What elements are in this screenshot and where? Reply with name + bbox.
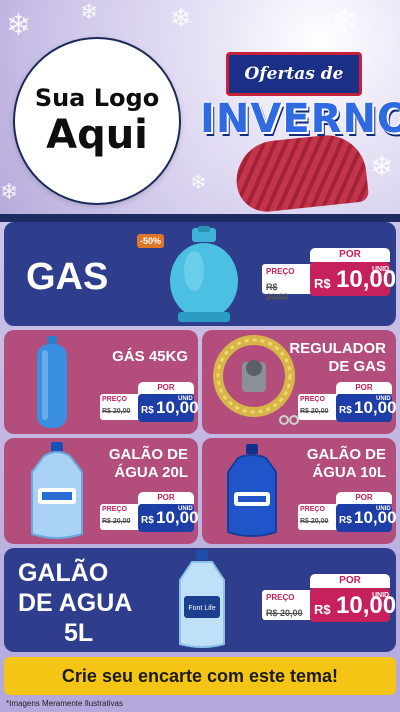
product-title: GÁS 45KG xyxy=(112,348,188,365)
por-label: POR xyxy=(336,492,392,504)
tall-gas-cylinder-icon xyxy=(37,336,67,428)
product-title-line2: DE AGUA xyxy=(18,589,133,617)
preco-label: PREÇO xyxy=(300,396,325,403)
old-price: R$ 20,00 xyxy=(102,408,131,415)
product-title: GALÃO DE AGUA 5L xyxy=(18,558,132,648)
product-title: GALÃO DE ÁGUA 20L xyxy=(84,446,188,482)
promo-title: Ofertas de INVERNO xyxy=(200,40,400,215)
por-label: POR xyxy=(138,382,194,394)
water-bottle-5l-icon: Font Life xyxy=(179,550,225,648)
price-value: R$ 10,00 UNID xyxy=(310,588,396,622)
unid-label: UNID xyxy=(372,266,390,273)
product-title: GAS xyxy=(26,256,109,298)
product-title: GALÃO DE ÁGUA 10L xyxy=(282,446,386,482)
currency-label: R$ xyxy=(314,602,331,617)
unid-label: UNID xyxy=(178,506,193,512)
product-title-line3: 5L xyxy=(64,619,94,647)
product-card-galao-20l[interactable]: GALÃO DE ÁGUA 20L POR PREÇO R$ 20,00 R$ … xyxy=(4,438,198,544)
unid-label: UNID xyxy=(372,592,390,599)
product-title: REGULADOR DE GAS xyxy=(282,340,386,376)
product-card-gas[interactable]: GAS POR PREÇO R$ 20,00 R$ 10,00 UNID xyxy=(4,222,396,326)
product-card-galao-10l[interactable]: GALÃO DE ÁGUA 10L POR PREÇO R$ 20,00 R$ … xyxy=(202,438,396,544)
por-label: POR xyxy=(336,382,392,394)
por-label: POR xyxy=(310,248,390,262)
product-card-regulador[interactable]: REGULADOR DE GAS POR PREÇO R$ 20,00 R$ 1… xyxy=(202,330,396,434)
price-value: R$ 10,00 UNID xyxy=(336,504,396,532)
product-card-galao-5l[interactable]: GALÃO DE AGUA 5L Font Life POR PREÇO R$ … xyxy=(4,548,396,652)
ofertas-text: Ofertas de xyxy=(244,64,344,84)
ofertas-sign: Ofertas de xyxy=(226,52,362,96)
price-value: R$ 10,00 UNID xyxy=(138,394,198,422)
currency-label: R$ xyxy=(141,515,154,526)
currency-label: R$ xyxy=(314,276,331,291)
snowflake-icon: ❄ xyxy=(0,180,19,205)
old-price: R$ 20,00 xyxy=(266,608,303,618)
bottle-brand-label: Font Life xyxy=(188,605,215,612)
product-title-line1: GALÃO xyxy=(18,559,109,587)
old-price: R$ 20,00 xyxy=(300,518,329,525)
product-title-line1: GALÃO DE xyxy=(108,446,188,463)
currency-label: R$ xyxy=(339,515,352,526)
logo-text-line2: Aqui xyxy=(46,112,148,158)
unid-label: UNID xyxy=(376,396,391,402)
preco-label: PREÇO xyxy=(102,506,127,513)
inverno-text: INVERNO xyxy=(200,96,400,142)
gas-cylinder-icon xyxy=(170,226,238,322)
por-label: POR xyxy=(310,574,390,588)
preco-label: PREÇO xyxy=(266,267,295,276)
product-title-line2: DE GAS xyxy=(328,358,386,375)
snowflake-icon: ❄ xyxy=(80,0,99,25)
scarf-icon xyxy=(232,131,370,215)
logo-placeholder[interactable]: Sua Logo Aqui xyxy=(13,37,181,205)
price-value: R$ 10,00 UNID xyxy=(138,504,198,532)
product-title-line1: REGULADOR xyxy=(289,340,386,357)
snowflake-icon: ❄ xyxy=(6,8,32,43)
product-card-gas-45kg[interactable]: GÁS 45KG POR PREÇO R$ 20,00 R$ 10,00 UNI… xyxy=(4,330,198,434)
header-divider xyxy=(0,214,400,222)
product-title-line1: GALÃO DE xyxy=(306,446,386,463)
currency-label: R$ xyxy=(141,405,154,416)
product-title-line2: ÁGUA 20L xyxy=(114,464,188,481)
price-value: R$ 10,00 UNID xyxy=(336,394,396,422)
preco-label: PREÇO xyxy=(102,396,127,403)
cta-button[interactable]: Crie seu encarte com este tema! xyxy=(4,657,396,695)
water-jug-20l-icon xyxy=(31,442,83,539)
old-price: R$ 20,00 xyxy=(300,408,329,415)
unid-label: UNID xyxy=(178,396,193,402)
preco-label: PREÇO xyxy=(300,506,325,513)
unid-label: UNID xyxy=(376,506,391,512)
snowflake-icon: ❄ xyxy=(170,4,192,34)
logo-text-line1: Sua Logo xyxy=(34,84,160,112)
price-value: R$ 10,00 UNID xyxy=(310,262,396,296)
old-price: R$ 20,00 xyxy=(102,518,131,525)
por-label: POR xyxy=(138,492,194,504)
currency-label: R$ xyxy=(339,405,352,416)
water-jug-10l-icon xyxy=(227,444,277,537)
old-price: R$ 20,00 xyxy=(266,282,289,302)
snowflake-icon: ❄ xyxy=(330,2,359,42)
discount-badge: -50% xyxy=(137,234,165,248)
preco-label: PREÇO xyxy=(266,593,295,602)
product-title-line2: ÁGUA 10L xyxy=(312,464,386,481)
header-banner: ❄ ❄ ❄ ❄ ❄ ❄ ❄ Sua Logo Aqui Ofertas de I… xyxy=(0,0,400,218)
disclaimer-text: *Imagens Meramente Ilustrativas xyxy=(6,699,123,708)
